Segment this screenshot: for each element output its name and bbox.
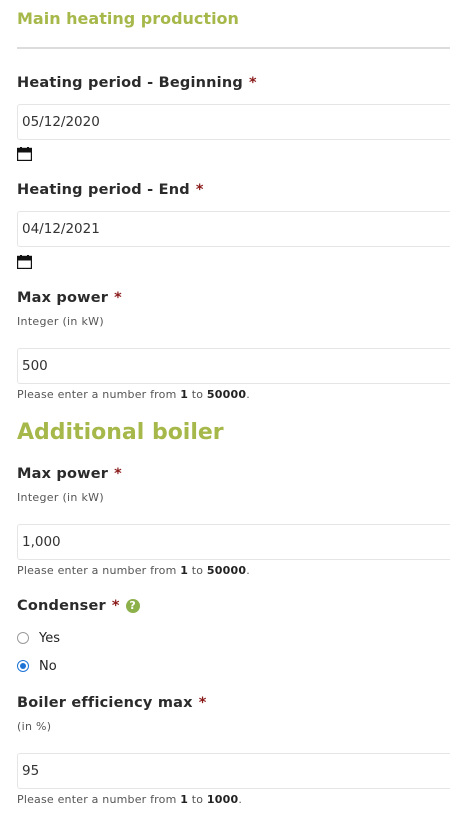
boiler-max-power-hint: Integer (in kW) — [17, 491, 104, 504]
boiler-efficiency-help: Please enter a number from 1 to 1000. — [17, 793, 242, 806]
section-title-main-heating: Main heating production — [17, 9, 239, 28]
required-mark: * — [195, 182, 204, 198]
heating-end-label: Heating period - End * — [17, 182, 204, 198]
required-mark: * — [114, 290, 122, 306]
condenser-yes-label[interactable]: Yes — [39, 631, 60, 646]
boiler-efficiency-label: Boiler efficiency max * — [17, 695, 206, 711]
calendar-icon[interactable] — [17, 147, 32, 161]
heating-end-label-text: Heating period - End — [17, 182, 190, 198]
form-page: Main heating production Heating period -… — [0, 0, 450, 815]
main-max-power-label: Max power * — [17, 290, 122, 306]
main-max-power-value: 500 — [22, 358, 48, 374]
help-text: Please enter a number from — [17, 793, 177, 806]
help-end: . — [246, 564, 250, 577]
required-mark: * — [111, 598, 120, 614]
condenser-no-radio[interactable] — [17, 660, 29, 672]
help-max: 50000 — [206, 564, 247, 577]
help-text: Please enter a number from — [17, 564, 177, 577]
boiler-max-power-label-text: Max power — [17, 466, 109, 482]
help-to: to — [191, 793, 204, 806]
calendar-icon[interactable] — [17, 255, 32, 269]
condenser-yes-radio[interactable] — [17, 632, 29, 644]
main-max-power-help: Please enter a number from 1 to 50000. — [17, 388, 250, 401]
required-mark: * — [198, 695, 207, 711]
main-max-power-hint: Integer (in kW) — [17, 315, 104, 328]
boiler-efficiency-label-text: Boiler efficiency max — [17, 695, 193, 711]
help-end: . — [238, 793, 243, 806]
heating-begin-label-text: Heating period - Beginning — [17, 75, 243, 91]
heating-end-date-input[interactable]: 04/12/2021 — [17, 211, 450, 247]
heating-begin-value: 05/12/2020 — [22, 114, 100, 130]
boiler-efficiency-value: 95 — [22, 763, 40, 779]
required-mark: * — [248, 75, 257, 91]
condenser-label-text: Condenser — [17, 598, 106, 614]
required-mark: * — [114, 466, 122, 482]
boiler-max-power-label: Max power * — [17, 466, 122, 482]
help-min: 1 — [180, 793, 189, 806]
section-divider — [17, 47, 450, 49]
help-to: to — [191, 564, 204, 577]
condenser-no-label[interactable]: No — [39, 659, 57, 674]
heating-begin-label: Heating period - Beginning * — [17, 75, 257, 91]
boiler-max-power-value: 1,000 — [22, 534, 61, 550]
section-title-additional-boiler: Additional boiler — [17, 420, 224, 445]
main-max-power-label-text: Max power — [17, 290, 109, 306]
boiler-efficiency-input[interactable]: 95 — [17, 753, 450, 789]
help-min: 1 — [180, 564, 189, 577]
help-min: 1 — [180, 388, 189, 401]
boiler-max-power-help: Please enter a number from 1 to 50000. — [17, 564, 250, 577]
help-to: to — [191, 388, 204, 401]
boiler-max-power-input[interactable]: 1,000 — [17, 524, 450, 560]
help-text: Please enter a number from — [17, 388, 177, 401]
help-max: 1000 — [206, 793, 239, 806]
condenser-label: Condenser *? — [17, 598, 140, 614]
heating-begin-date-input[interactable]: 05/12/2020 — [17, 104, 450, 140]
heating-end-value: 04/12/2021 — [22, 221, 100, 237]
help-end: . — [246, 388, 250, 401]
main-max-power-input[interactable]: 500 — [17, 348, 450, 384]
help-max: 50000 — [206, 388, 247, 401]
boiler-efficiency-hint: (in %) — [17, 720, 52, 733]
help-question-icon[interactable]: ? — [125, 599, 140, 613]
